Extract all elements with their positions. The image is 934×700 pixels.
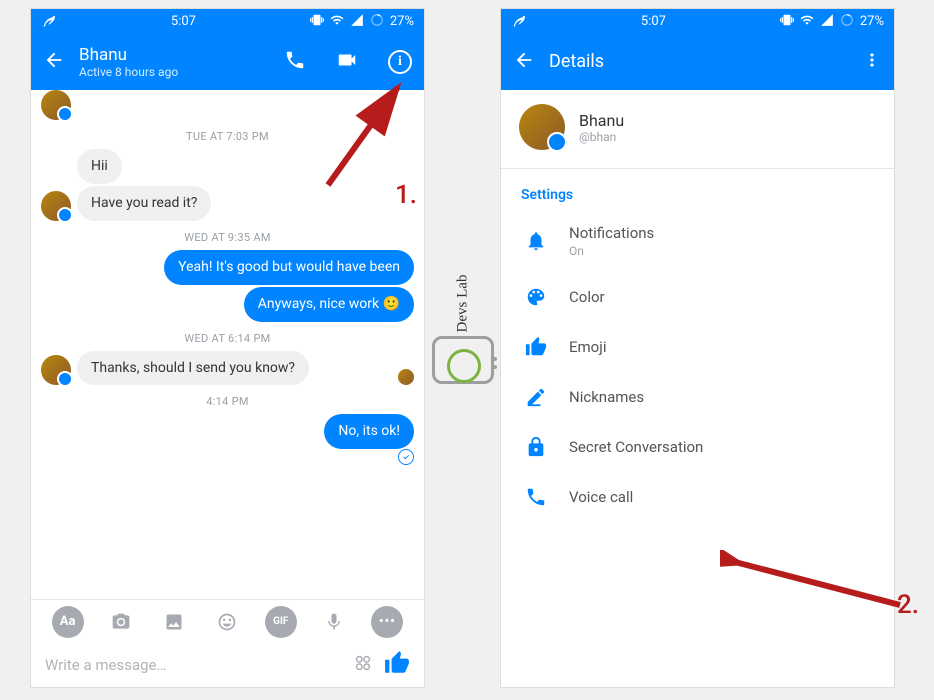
wifi-icon	[800, 13, 814, 31]
battery-ring-icon	[370, 13, 384, 31]
devslab-watermark: Devs Lab	[428, 295, 498, 465]
message-bubble-out[interactable]: Anyways, nice work 🙂	[244, 287, 414, 322]
settings-item-label: Voice call	[569, 488, 633, 506]
timestamp: TUE AT 7:03 PM	[41, 130, 414, 143]
lock-icon	[523, 436, 549, 458]
palette-icon	[523, 286, 549, 308]
emoji-button[interactable]	[211, 606, 243, 638]
settings-item-label: Secret Conversation	[569, 438, 703, 456]
thumbs-up-button[interactable]	[384, 650, 410, 680]
overflow-menu-button[interactable]	[862, 50, 882, 74]
leaf-icon	[511, 12, 527, 32]
sticker-button[interactable]	[352, 652, 374, 678]
settings-item-emoji[interactable]: Emoji	[501, 322, 894, 372]
avatar-icon	[41, 191, 71, 221]
settings-item-voice-call[interactable]: Voice call	[501, 472, 894, 522]
leaf-icon	[41, 12, 57, 32]
camera-button[interactable]	[105, 606, 137, 638]
settings-item-notifications[interactable]: Notifications On	[501, 209, 894, 272]
settings-item-nicknames[interactable]: Nicknames	[501, 372, 894, 422]
settings-item-label: Emoji	[569, 338, 606, 356]
settings-item-secret-conversation[interactable]: Secret Conversation	[501, 422, 894, 472]
status-battery: 27%	[860, 14, 884, 29]
annotation-label-2: 2.	[897, 590, 919, 620]
status-bar: 5:07 27%	[31, 9, 424, 34]
bell-icon	[523, 230, 549, 252]
chat-messages[interactable]: TUE AT 7:03 PM Hii Have you read it? WED…	[31, 90, 424, 599]
timestamp: 4:14 PM	[41, 395, 414, 408]
message-bubble-in[interactable]: Hii	[77, 149, 122, 184]
video-call-button[interactable]	[336, 49, 358, 75]
message-bubble-in[interactable]: Have you read it?	[77, 186, 211, 221]
thumb-icon	[523, 336, 549, 358]
settings-item-sub: On	[569, 244, 654, 258]
chat-screen: 5:07 27% Bhanu Active 8 hours ago i TUE …	[30, 8, 425, 688]
settings-list: Notifications On Color Emoji Nicknames S…	[501, 209, 894, 522]
contact-name: Bhanu	[79, 45, 254, 65]
settings-section-label: Settings	[501, 177, 894, 209]
pencil-icon	[523, 386, 549, 408]
phone-icon	[523, 486, 549, 508]
divider	[501, 168, 894, 169]
timestamp: WED AT 6:14 PM	[41, 332, 414, 345]
contact-status: Active 8 hours ago	[79, 65, 254, 79]
back-button[interactable]	[513, 49, 535, 75]
profile-name: Bhanu	[579, 111, 624, 130]
composer-toolbar: Aa GIF •••	[31, 599, 424, 643]
chat-header: Bhanu Active 8 hours ago i	[31, 34, 424, 90]
message-bubble-in[interactable]: Thanks, should I send you know?	[77, 351, 309, 386]
back-button[interactable]	[43, 49, 65, 75]
status-bar: 5:07 27%	[501, 9, 894, 34]
details-header: Details	[501, 34, 894, 90]
settings-item-label: Nicknames	[569, 388, 644, 406]
text-format-button[interactable]: Aa	[52, 606, 84, 638]
devslab-badge-icon	[432, 336, 494, 384]
profile-handle: @bhan	[579, 130, 624, 144]
message-bubble-out[interactable]: Yeah! It's good but would have been	[164, 250, 414, 285]
sent-receipt-icon	[398, 449, 414, 465]
status-time: 5:07	[171, 14, 196, 29]
chat-header-title[interactable]: Bhanu Active 8 hours ago	[79, 45, 254, 80]
read-receipt-avatar	[398, 369, 414, 385]
details-screen: 5:07 27% Details Bhanu @bhan Settings	[500, 8, 895, 688]
signal-icon	[350, 13, 364, 31]
details-body[interactable]: Bhanu @bhan Settings Notifications On Co…	[501, 90, 894, 687]
avatar-icon	[41, 90, 71, 120]
status-battery: 27%	[390, 14, 414, 29]
profile-row[interactable]: Bhanu @bhan	[501, 90, 894, 164]
status-time: 5:07	[641, 14, 666, 29]
avatar-icon	[41, 355, 71, 385]
vibrate-icon	[780, 13, 794, 31]
message-bubble-out[interactable]: No, its ok!	[324, 414, 414, 449]
voice-call-button[interactable]	[284, 49, 306, 75]
info-button[interactable]: i	[388, 50, 412, 74]
settings-item-label: Notifications	[569, 224, 654, 242]
avatar-icon	[519, 104, 565, 150]
vibrate-icon	[310, 13, 324, 31]
timestamp: WED AT 9:35 AM	[41, 231, 414, 244]
settings-item-label: Color	[569, 288, 605, 306]
details-title: Details	[549, 51, 848, 73]
gif-button[interactable]: GIF	[265, 606, 297, 638]
composer-input-row: Write a message…	[31, 643, 424, 687]
wifi-icon	[330, 13, 344, 31]
battery-ring-icon	[840, 13, 854, 31]
message-input[interactable]: Write a message…	[45, 656, 342, 674]
settings-item-color[interactable]: Color	[501, 272, 894, 322]
gallery-button[interactable]	[158, 606, 190, 638]
more-button[interactable]: •••	[371, 606, 403, 638]
voice-clip-button[interactable]	[318, 606, 350, 638]
signal-icon	[820, 13, 834, 31]
